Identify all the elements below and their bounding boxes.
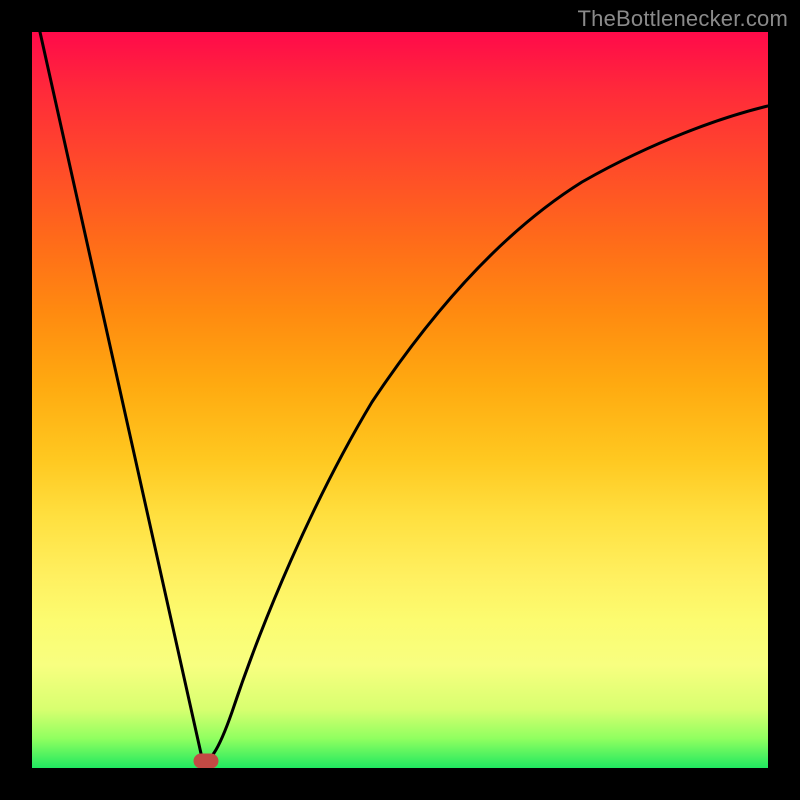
bottleneck-curve-path <box>40 32 768 760</box>
watermark-text: TheBottlenecker.com <box>578 6 788 32</box>
chart-frame: TheBottlenecker.com <box>0 0 800 800</box>
chart-svg <box>32 32 768 768</box>
chart-plot-area <box>32 32 768 768</box>
minimum-marker <box>194 754 218 768</box>
